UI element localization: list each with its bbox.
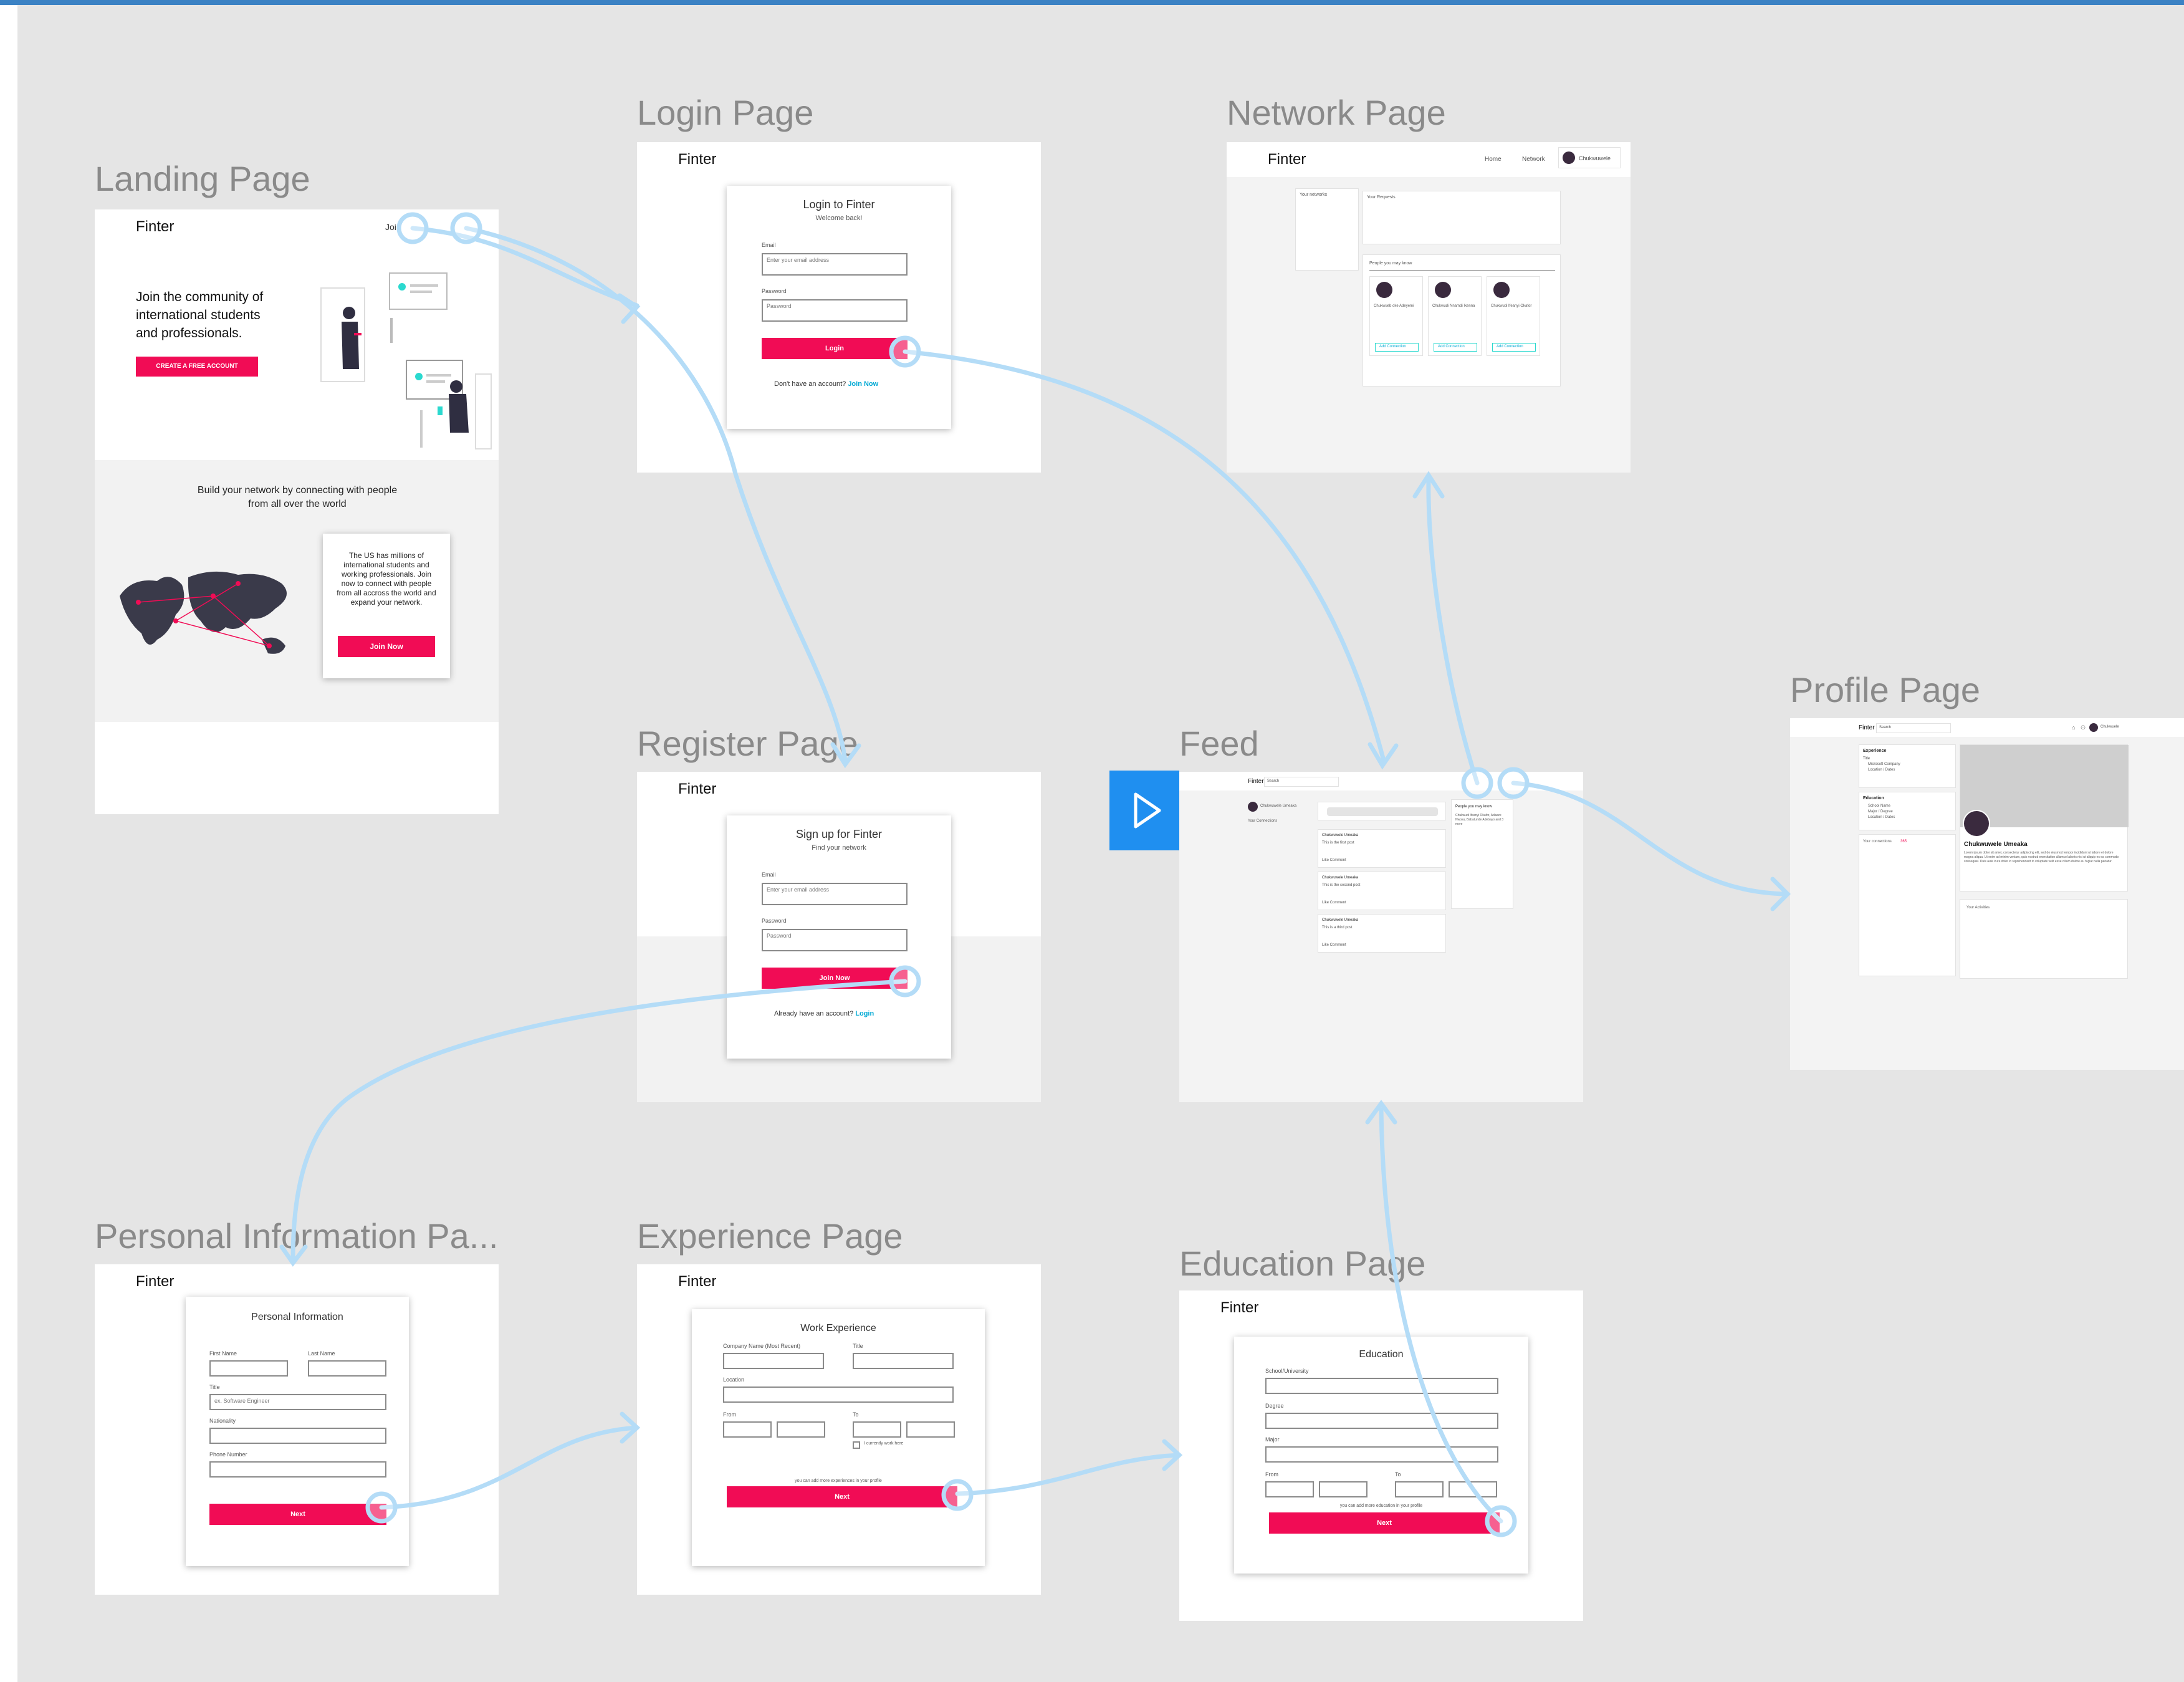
connection-personal-experience[interactable] — [379, 1425, 639, 1510]
connection-node[interactable] — [396, 212, 429, 244]
connection-register-personal[interactable] — [290, 979, 908, 1262]
connection-node[interactable] — [941, 1479, 974, 1511]
connection-education-feed[interactable] — [1379, 1107, 1503, 1524]
connection-node[interactable] — [365, 1491, 398, 1524]
connection-landing-login[interactable] — [410, 226, 639, 308]
prototype-connections — [279, 212, 1791, 1537]
connection-node[interactable] — [889, 335, 921, 368]
connection-node[interactable] — [450, 212, 482, 244]
connection-experience-education[interactable] — [955, 1453, 1182, 1496]
connection-node[interactable] — [1485, 1505, 1517, 1537]
connection-landing-register[interactable] — [464, 226, 848, 763]
connection-feed-network[interactable] — [1426, 478, 1480, 786]
connection-node[interactable] — [889, 965, 921, 997]
connection-node[interactable] — [1461, 767, 1493, 799]
connection-login-feed[interactable] — [903, 349, 1386, 763]
connection-feed-profile[interactable] — [1511, 781, 1789, 896]
connection-node[interactable] — [1497, 767, 1530, 799]
